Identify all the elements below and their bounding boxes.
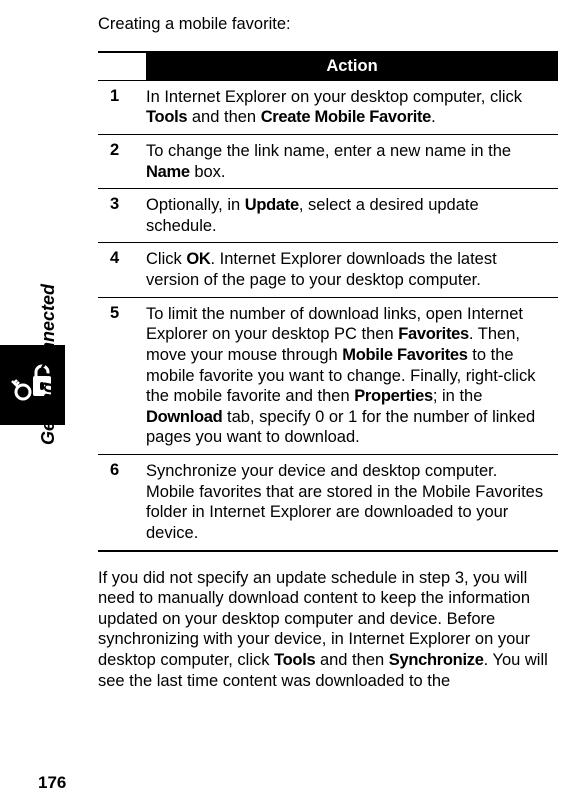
- page-number: 176: [38, 773, 66, 793]
- step-number: 4: [98, 243, 146, 297]
- step-desc: Synchronize your device and desktop comp…: [146, 455, 558, 551]
- step-number: 5: [98, 297, 146, 454]
- table-row: 2 To change the link name, enter a new n…: [98, 134, 558, 188]
- step-number: 2: [98, 134, 146, 188]
- header-spacer: [98, 52, 146, 81]
- step-desc: To change the link name, enter a new nam…: [146, 134, 558, 188]
- table-row: 5 To limit the number of download links,…: [98, 297, 558, 454]
- section-label: Getting Connected: [38, 245, 59, 445]
- table-row: 3 Optionally, in Update, select a desire…: [98, 189, 558, 243]
- step-desc: To limit the number of download links, o…: [146, 297, 558, 454]
- step-desc: Optionally, in Update, select a desired …: [146, 189, 558, 243]
- step-number: 3: [98, 189, 146, 243]
- page-content: Creating a mobile favorite: Action 1 In …: [98, 14, 558, 691]
- table-row: 4 Click OK. Internet Explorer downloads …: [98, 243, 558, 297]
- table-row: 6 Synchronize your device and desktop co…: [98, 455, 558, 551]
- step-desc: Click OK. Internet Explorer downloads th…: [146, 243, 558, 297]
- step-number: 1: [98, 80, 146, 134]
- intro-text: Creating a mobile favorite:: [98, 14, 558, 35]
- table-row: 1 In Internet Explorer on your desktop c…: [98, 80, 558, 134]
- header-action: Action: [146, 52, 558, 81]
- step-desc: In Internet Explorer on your desktop com…: [146, 80, 558, 134]
- step-number: 6: [98, 455, 146, 551]
- action-table: Action 1 In Internet Explorer on your de…: [98, 51, 558, 552]
- follow-up-text: If you did not specify an update schedul…: [98, 568, 558, 692]
